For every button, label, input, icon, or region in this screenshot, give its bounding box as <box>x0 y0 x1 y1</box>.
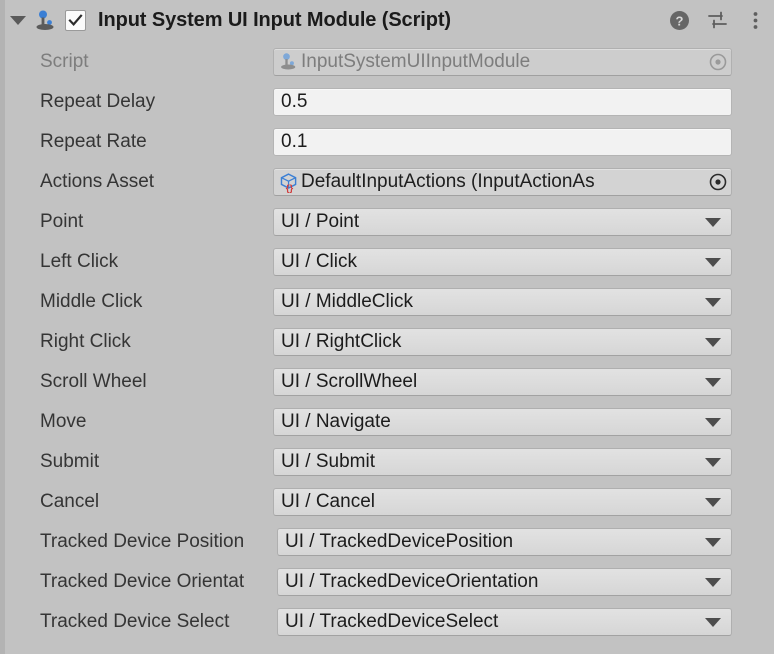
property-row: Middle Click UI / MiddleClick <box>5 282 774 322</box>
chevron-down-icon <box>705 497 721 507</box>
property-row: Move UI / Navigate <box>5 402 774 442</box>
property-label: Point <box>40 211 84 232</box>
chevron-down-icon <box>705 417 721 427</box>
property-row: Tracked Device Orientat UI / TrackedDevic… <box>5 562 774 602</box>
action-dropdown[interactable]: UI / Submit <box>273 448 732 476</box>
chevron-down-icon <box>705 377 721 387</box>
object-picker-icon[interactable] <box>705 49 731 75</box>
property-label: Repeat Rate <box>40 131 147 152</box>
help-icon[interactable]: ? <box>668 10 690 32</box>
property-label: Scroll Wheel <box>40 371 147 392</box>
action-dropdown-value: UI / TrackedDeviceOrientation <box>285 571 539 592</box>
svg-text:?: ? <box>675 14 683 29</box>
property-label: Left Click <box>40 251 119 272</box>
action-dropdown[interactable]: UI / TrackedDevicePosition <box>277 528 732 556</box>
action-dropdown[interactable]: UI / MiddleClick <box>273 288 732 316</box>
action-dropdown-value: UI / Point <box>281 211 360 232</box>
action-dropdown[interactable]: UI / TrackedDeviceOrientation <box>277 568 732 596</box>
number-input[interactable]: 0.5 <box>273 88 732 116</box>
property-label: Tracked Device Orientat <box>40 571 245 592</box>
action-dropdown-value: UI / TrackedDevicePosition <box>285 531 514 552</box>
object-field-value: InputSystemUIInputModule <box>301 51 531 72</box>
property-label: Cancel <box>40 491 100 512</box>
action-dropdown[interactable]: UI / ScrollWheel <box>273 368 732 396</box>
foldout-toggle[interactable] <box>5 0 31 41</box>
chevron-down-icon <box>705 297 721 307</box>
property-label: Middle Click <box>40 291 143 312</box>
action-dropdown[interactable]: UI / RightClick <box>273 328 732 356</box>
header-actions: ? <box>668 0 766 41</box>
triangle-down-icon <box>10 16 26 25</box>
property-row: Repeat Delay 0.5 <box>5 82 774 122</box>
property-row: Script InputSystemUIInputModule <box>5 42 774 82</box>
joystick-icon <box>278 51 300 73</box>
property-row: Actions Asset {} DefaultInputActions (Inpu… <box>5 162 774 202</box>
property-label: Repeat Delay <box>40 91 156 112</box>
action-dropdown[interactable]: UI / Point <box>273 208 732 236</box>
chevron-down-icon <box>705 217 721 227</box>
action-dropdown-value: UI / TrackedDeviceSelect <box>285 611 499 632</box>
svg-text:{}: {} <box>285 183 293 193</box>
property-label: Actions Asset <box>40 171 155 192</box>
property-row: Tracked Device Select UI / TrackedDeviceS… <box>5 602 774 642</box>
property-label: Submit <box>40 451 100 472</box>
action-dropdown[interactable]: UI / Cancel <box>273 488 732 516</box>
chevron-down-icon <box>705 457 721 467</box>
object-picker-icon[interactable] <box>705 169 731 195</box>
action-dropdown-value: UI / Cancel <box>281 491 375 512</box>
property-row: Right Click UI / RightClick <box>5 322 774 362</box>
chevron-down-icon <box>705 257 721 267</box>
property-row: Left Click UI / Click <box>5 242 774 282</box>
action-dropdown-value: UI / Navigate <box>281 411 391 432</box>
number-input-value: 0.5 <box>281 91 308 112</box>
preset-icon[interactable] <box>706 10 728 32</box>
chevron-down-icon <box>705 537 721 547</box>
property-label: Move <box>40 411 87 432</box>
inspector-panel: Input System UI Input Module (Script) ? <box>0 0 774 654</box>
component-enabled-checkbox[interactable] <box>65 10 86 31</box>
input-actions-asset-icon: {} <box>278 171 300 193</box>
action-dropdown-value: UI / RightClick <box>281 331 402 352</box>
property-row: Repeat Rate 0.1 <box>5 122 774 162</box>
component-header[interactable]: Input System UI Input Module (Script) ? <box>5 0 774 41</box>
object-field[interactable]: {} DefaultInputActions (InputActionAs <box>273 168 732 196</box>
property-row: Tracked Device Position UI / TrackedDevic… <box>5 522 774 562</box>
joystick-icon <box>31 0 61 41</box>
action-dropdown[interactable]: UI / TrackedDeviceSelect <box>277 608 732 636</box>
action-dropdown[interactable]: UI / Navigate <box>273 408 732 436</box>
action-dropdown-value: UI / Submit <box>281 451 375 472</box>
property-row: Scroll Wheel UI / ScrollWheel <box>5 362 774 402</box>
more-menu-icon[interactable] <box>744 10 766 32</box>
action-dropdown-value: UI / MiddleClick <box>281 291 413 312</box>
action-dropdown-value: UI / Click <box>281 251 357 272</box>
chevron-down-icon <box>705 577 721 587</box>
object-field[interactable]: InputSystemUIInputModule <box>273 48 732 76</box>
action-dropdown[interactable]: UI / Click <box>273 248 732 276</box>
property-label: Tracked Device Select <box>40 611 230 632</box>
property-row: Submit UI / Submit <box>5 442 774 482</box>
property-row: Point UI / Point <box>5 202 774 242</box>
property-label: Right Click <box>40 331 131 352</box>
property-label: Tracked Device Position <box>40 531 245 552</box>
property-row: Cancel UI / Cancel <box>5 482 774 522</box>
object-field-value: DefaultInputActions (InputActionAs <box>301 171 595 192</box>
page-title: Input System UI Input Module (Script) <box>98 9 451 31</box>
property-label: Script <box>40 51 89 72</box>
chevron-down-icon <box>705 337 721 347</box>
number-input[interactable]: 0.1 <box>273 128 732 156</box>
number-input-value: 0.1 <box>281 131 308 152</box>
chevron-down-icon <box>705 617 721 627</box>
action-dropdown-value: UI / ScrollWheel <box>281 371 418 392</box>
